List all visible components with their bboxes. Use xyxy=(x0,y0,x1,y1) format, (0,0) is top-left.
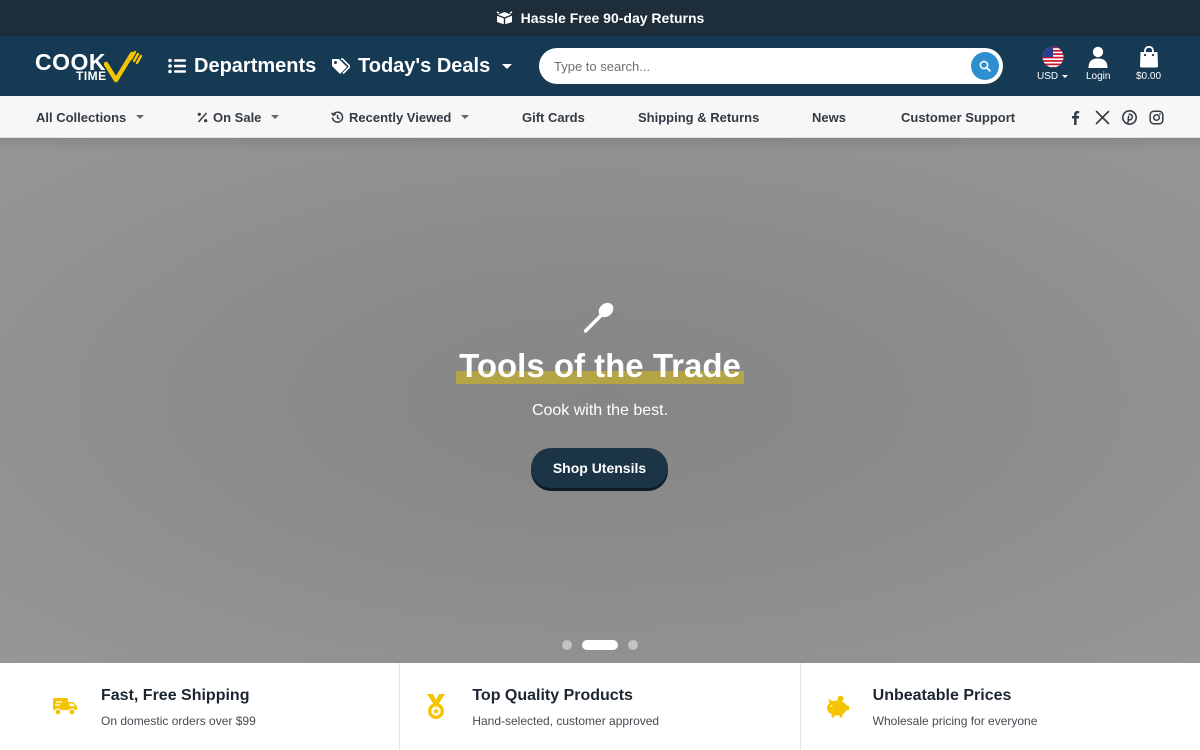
chevron-down-icon xyxy=(136,115,145,119)
secondary-nav: All Collections On Sale Recently Viewed … xyxy=(0,96,1200,138)
features-row: Fast, Free Shipping On domestic orders o… xyxy=(0,663,1200,750)
departments-label: Departments xyxy=(194,54,317,77)
nav-shipping-returns-label: Shipping & Returns xyxy=(638,109,760,125)
nav-shipping-returns[interactable]: Shipping & Returns xyxy=(638,96,759,138)
nav-on-sale-label: On Sale xyxy=(213,109,262,125)
nav-gift-cards[interactable]: Gift Cards xyxy=(522,96,585,138)
list-icon xyxy=(168,58,186,74)
login-label: Login xyxy=(1086,71,1111,82)
nav-recently-viewed[interactable]: Recently Viewed xyxy=(331,96,470,138)
cart-link[interactable]: $0.00 xyxy=(1136,46,1161,82)
feature-desc: Hand-selected, customer approved xyxy=(472,714,660,728)
history-icon xyxy=(331,110,344,123)
currency-label: USD xyxy=(1037,71,1059,82)
feature-title: Top Quality Products xyxy=(472,687,633,704)
truck-icon xyxy=(53,698,77,716)
todays-deals-label: Today's Deals xyxy=(358,54,491,77)
announcement-text: Hassle Free 90-day Returns xyxy=(520,10,705,26)
carousel-dot-3[interactable] xyxy=(628,640,638,650)
chevron-down-icon xyxy=(461,115,470,119)
feature-title: Fast, Free Shipping xyxy=(101,687,250,704)
currency-selector[interactable]: USD xyxy=(1037,46,1069,82)
chevron-down-icon xyxy=(271,115,280,119)
percent-icon xyxy=(197,112,208,122)
pinterest-icon[interactable] xyxy=(1122,109,1137,125)
facebook-icon[interactable] xyxy=(1068,110,1083,125)
search-button[interactable] xyxy=(971,52,999,80)
carousel-dots xyxy=(0,640,1200,650)
feature-shipping: Fast, Free Shipping On domestic orders o… xyxy=(0,663,399,750)
hero-top-shadow xyxy=(0,138,1200,152)
chevron-down-icon xyxy=(1062,75,1069,78)
search-input[interactable] xyxy=(539,48,971,84)
nav-all-collections[interactable]: All Collections xyxy=(36,96,145,138)
login-link[interactable]: Login xyxy=(1086,46,1110,82)
nav-news-label: News xyxy=(812,109,846,125)
nav-customer-support[interactable]: Customer Support xyxy=(901,96,1015,138)
us-flag-icon xyxy=(1042,46,1064,68)
instagram-icon[interactable] xyxy=(1149,109,1164,125)
nav-recently-viewed-label: Recently Viewed xyxy=(349,109,452,125)
cook-time-logo[interactable]: COOK TIME xyxy=(35,50,147,84)
nav-all-collections-label: All Collections xyxy=(36,109,127,125)
spoon-icon xyxy=(583,302,614,333)
departments-menu[interactable]: Departments xyxy=(168,36,316,96)
feature-desc: On domestic orders over $99 xyxy=(101,714,256,728)
todays-deals-menu[interactable]: Today's Deals xyxy=(331,36,513,96)
main-header: COOK TIME Departments Today's Deals Type… xyxy=(0,36,1200,96)
hero-banner: Tools of the Trade Cook with the best. S… xyxy=(0,138,1200,663)
fork-check-icon xyxy=(104,50,143,83)
chevron-down-icon xyxy=(502,63,513,69)
nav-on-sale[interactable]: On Sale xyxy=(197,96,280,138)
box-icon xyxy=(496,11,513,25)
carousel-dot-2[interactable] xyxy=(582,640,618,650)
search-icon xyxy=(979,60,991,72)
hero-title: Tools of the Trade xyxy=(456,346,744,386)
tags-icon xyxy=(332,57,350,74)
shopping-bag-icon xyxy=(1139,46,1158,68)
x-twitter-icon[interactable] xyxy=(1095,110,1110,125)
nav-customer-support-label: Customer Support xyxy=(901,109,1016,125)
nav-gift-cards-label: Gift Cards xyxy=(522,109,585,125)
hero-title-wrap: Tools of the Trade xyxy=(0,346,1200,386)
hero-title-text: Tools of the Trade xyxy=(459,347,741,384)
carousel-dot-1[interactable] xyxy=(562,640,572,650)
feature-quality: Top Quality Products Hand-selected, cust… xyxy=(399,663,799,750)
medal-icon xyxy=(427,694,446,719)
user-icon xyxy=(1088,46,1108,68)
nav-news[interactable]: News xyxy=(812,96,846,138)
feature-desc: Wholesale pricing for everyone xyxy=(872,714,1038,728)
announcement-bar: Hassle Free 90-day Returns xyxy=(0,0,1200,36)
search-bar xyxy=(539,48,1003,84)
social-links xyxy=(1068,96,1164,138)
feature-title: Unbeatable Prices xyxy=(872,687,1012,704)
logo-sub-text: TIME xyxy=(76,69,107,83)
cart-total: $0.00 xyxy=(1136,71,1162,82)
feature-prices: Unbeatable Prices Wholesale pricing for … xyxy=(799,663,1200,750)
piggy-bank-icon xyxy=(826,695,849,718)
shop-utensils-button[interactable]: Shop Utensils xyxy=(531,448,668,488)
hero-subtitle: Cook with the best. xyxy=(531,402,669,419)
